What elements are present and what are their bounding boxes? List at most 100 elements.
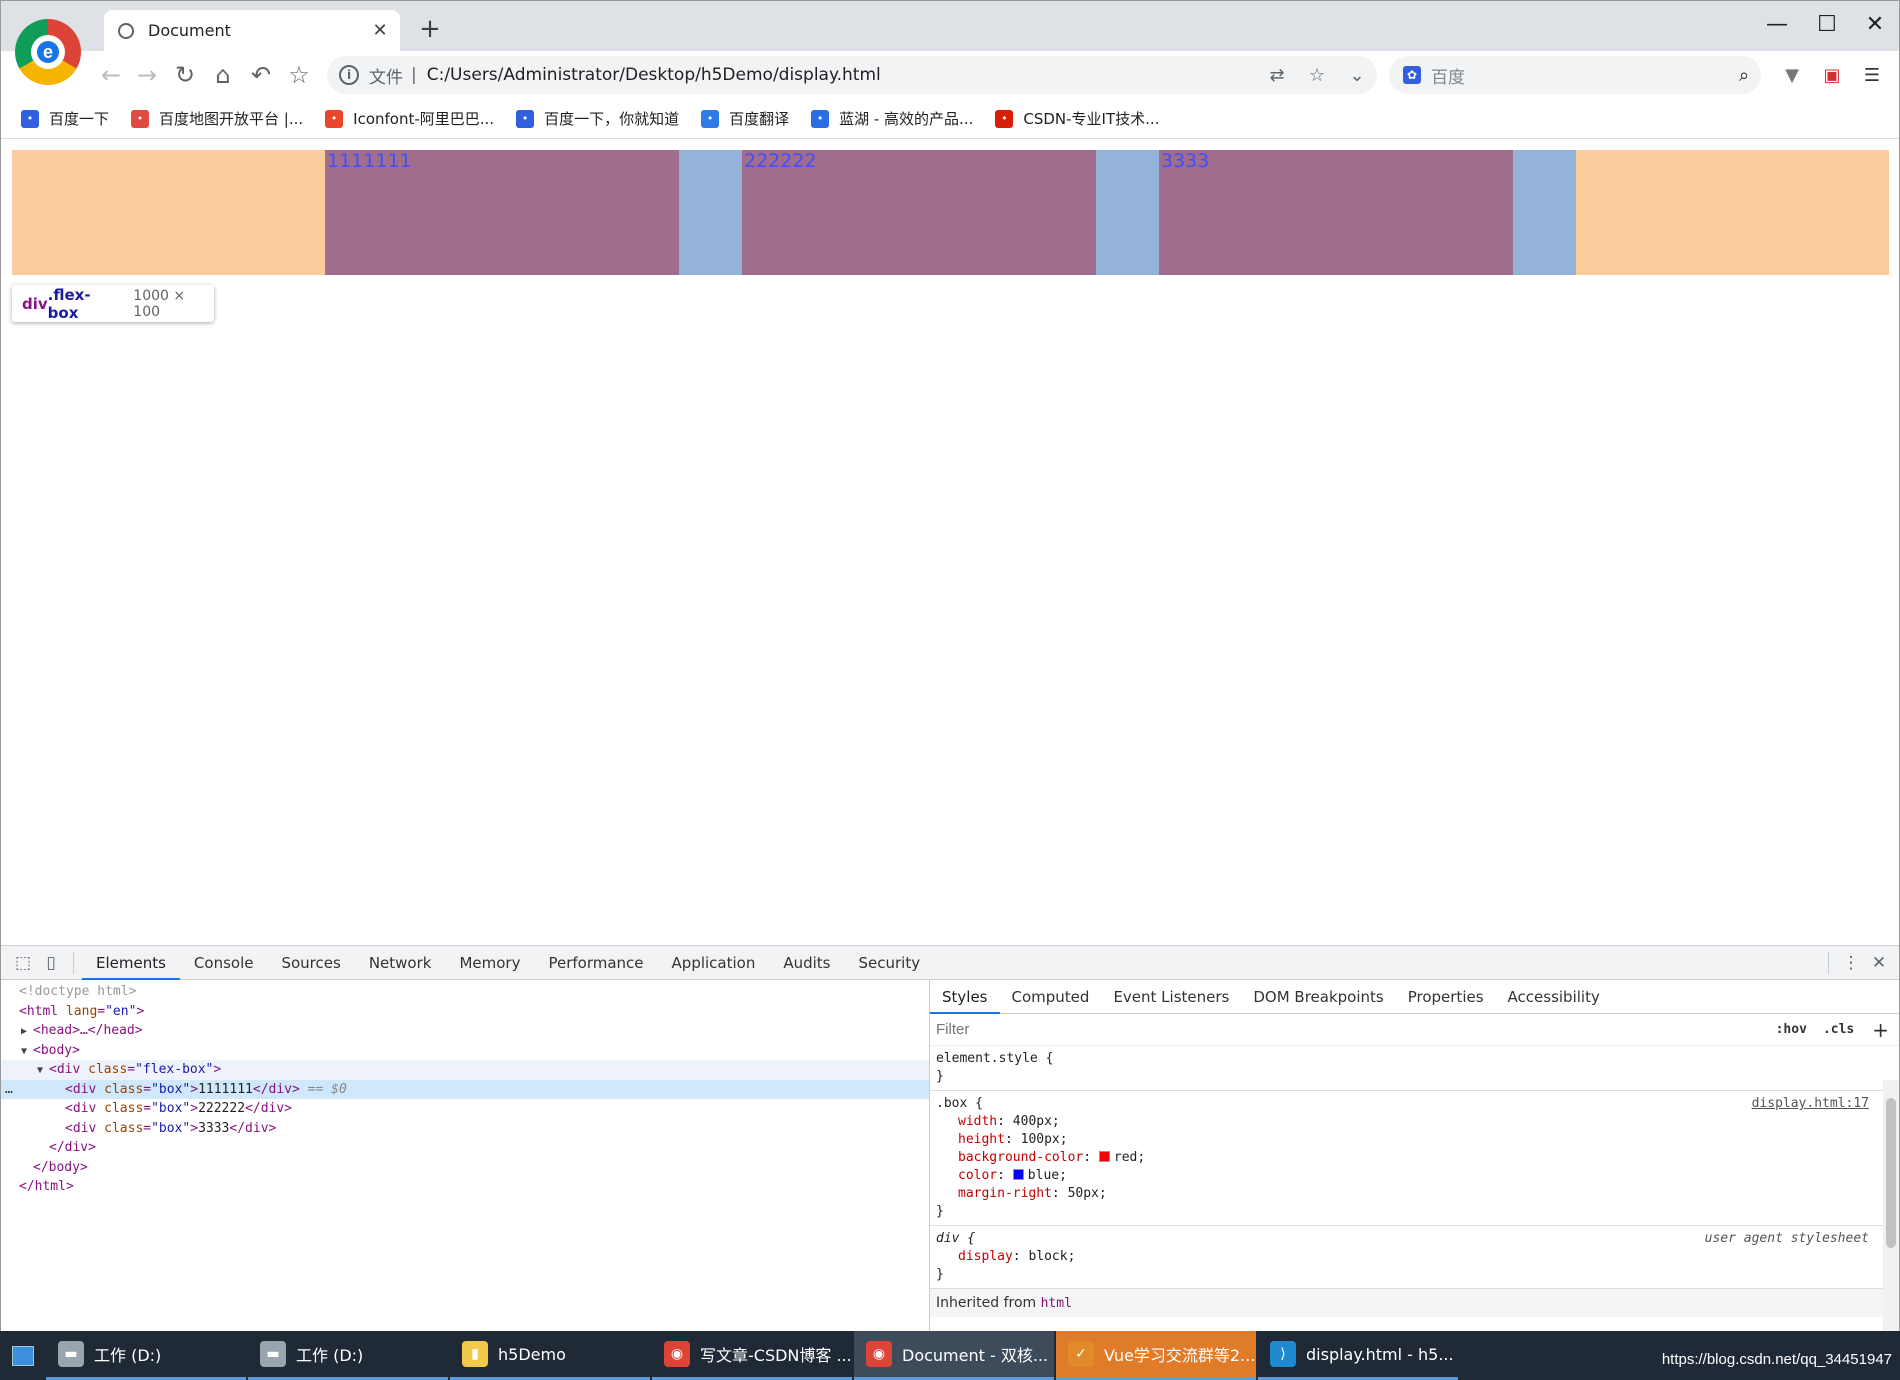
styles-tab-properties[interactable]: Properties [1396,980,1496,1014]
inherited-tag[interactable]: html [1041,1296,1072,1311]
css-property-name[interactable]: display [958,1249,1013,1264]
reload-icon[interactable]: ↻ [169,59,201,91]
css-declaration[interactable]: background-color: red; [936,1149,1893,1167]
cls-button[interactable]: .cls [1815,1022,1862,1037]
div-rule[interactable]: div { user agent stylesheet display: blo… [930,1226,1899,1289]
styles-tab-accessibility[interactable]: Accessibility [1496,980,1612,1014]
styles-tab-computed[interactable]: Computed [1000,980,1102,1014]
flex-box-item[interactable]: 1111111 [325,150,742,275]
css-property-name[interactable]: color [958,1168,997,1183]
pdf-icon[interactable]: ▣ [1819,63,1845,89]
menu-icon[interactable]: ☰ [1859,63,1885,89]
flex-box-item[interactable]: 3333 [1159,150,1576,275]
hov-button[interactable]: :hov [1768,1022,1815,1037]
bookmark-item[interactable]: • 蓝湖 - 高效的产品... [811,108,973,129]
styles-tab-styles[interactable]: Styles [930,980,1000,1014]
taskbar-item[interactable]: ✓ Vue学习交流群等2... [1056,1331,1256,1380]
bookmark-item[interactable]: • Iconfont-阿里巴巴... [325,108,494,129]
bookmark-item[interactable]: • 百度翻译 [701,108,789,129]
css-property-name[interactable]: margin-right [958,1186,1052,1201]
url-text[interactable]: C:/Users/Administrator/Desktop/h5Demo/di… [427,65,1257,85]
styles-tab-event-listeners[interactable]: Event Listeners [1101,980,1241,1014]
dom-doctype[interactable]: <!doctype html> [1,982,929,1002]
close-devtools-icon[interactable]: ✕ [1865,946,1893,980]
translate-icon[interactable]: ⇄ [1257,65,1297,86]
minimize-icon[interactable]: — [1757,7,1797,43]
devtools-tab-audits[interactable]: Audits [769,946,844,980]
box-rule[interactable]: .box { display.html:17 width: 400px; heig… [930,1091,1899,1226]
devtools-tab-memory[interactable]: Memory [445,946,534,980]
css-property-value[interactable]: 100px; [1021,1132,1068,1147]
devtools-tab-console[interactable]: Console [180,946,268,980]
bookmark-item[interactable]: • 百度地图开放平台 |... [131,108,303,129]
maximize-icon[interactable]: ☐ [1807,7,1847,43]
extension-v-icon[interactable]: ▼ [1779,63,1805,89]
taskbar-item[interactable]: ▮ h5Demo [450,1331,650,1380]
search-box[interactable]: ✿ 百度 ⌕ [1389,56,1761,94]
css-property-name[interactable]: background-color [958,1150,1083,1165]
home-icon[interactable]: ⌂ [207,59,239,91]
styles-tab-dom-breakpoints[interactable]: DOM Breakpoints [1241,980,1395,1014]
css-declaration[interactable]: display: block; [936,1248,1893,1266]
css-property-name[interactable]: height [958,1132,1005,1147]
address-bar[interactable]: i 文件 | C:/Users/Administrator/Desktop/h5… [327,56,1377,94]
search-input[interactable]: 百度 [1431,63,1727,88]
new-rule-button[interactable]: + [1862,1018,1899,1042]
dom-body-close[interactable]: </body> [1,1158,929,1178]
devtools-tab-sources[interactable]: Sources [267,946,354,980]
css-property-value[interactable]: block; [1028,1249,1075,1264]
devtools-tab-network[interactable]: Network [355,946,446,980]
search-icon[interactable]: ⌕ [1727,65,1761,86]
tab-document[interactable]: Document ✕ [104,10,400,51]
dom-div-close[interactable]: </div> [1,1138,929,1158]
css-property-value[interactable]: blue; [1028,1168,1067,1183]
color-swatch-icon[interactable] [1012,1169,1024,1180]
start-icon[interactable] [0,1331,46,1380]
devtools-tab-performance[interactable]: Performance [534,946,657,980]
bookmark-star-icon[interactable]: ☆ [283,59,315,91]
flex-box-highlight[interactable]: 1111111 222222 3333 [12,150,1889,275]
box-rule-source-link[interactable]: display.html:17 [1752,1095,1869,1113]
css-declaration[interactable]: margin-right: 50px; [936,1185,1893,1203]
css-property-value[interactable]: 50px; [1068,1186,1107,1201]
dom-box-2[interactable]: <div class="box">222222</div> [1,1099,929,1119]
undo-icon[interactable]: ↶ [245,59,277,91]
new-tab-button[interactable]: + [415,14,445,44]
css-property-value[interactable]: red; [1114,1150,1145,1165]
inspect-element-icon[interactable]: ⬚ [9,946,37,980]
dom-body-open[interactable]: ▼ <body> [1,1041,929,1061]
dom-html-open[interactable]: <html lang="en"> [1,1002,929,1022]
taskbar-item[interactable]: ◉ Document - 双核... [854,1331,1054,1380]
dom-box-3[interactable]: <div class="box">3333</div> [1,1119,929,1139]
dom-html-close[interactable]: </html> [1,1177,929,1197]
dom-box-1-selected[interactable]: … <div class="box">1111111</div> == $0 [1,1079,929,1099]
dom-flexbox-div[interactable]: ▼ <div class="flex-box"> [1,1060,929,1080]
bookmark-item[interactable]: • CSDN-专业IT技术... [995,108,1159,129]
star-icon[interactable]: ☆ [1297,65,1337,86]
element-style-rule[interactable]: element.style { } [930,1046,1899,1091]
taskbar-item[interactable]: ⟩ display.html - h5... [1258,1331,1458,1380]
taskbar-item[interactable]: ▬ 工作 (D:) [248,1331,448,1380]
info-icon[interactable]: i [339,65,359,85]
device-toolbar-icon[interactable]: ▯ [37,946,65,980]
css-property-value[interactable]: 400px; [1013,1114,1060,1129]
bookmark-item[interactable]: • 百度一下，你就知道 [516,108,679,129]
styles-filter-input[interactable] [936,1016,1768,1043]
css-declaration[interactable]: width: 400px; [936,1113,1893,1131]
devtools-tab-security[interactable]: Security [845,946,935,980]
styles-scrollbar[interactable] [1883,1080,1899,1333]
css-declaration[interactable]: color: blue; [936,1167,1893,1185]
chevron-down-icon[interactable]: ⌄ [1337,65,1377,86]
css-declaration[interactable]: height: 100px; [936,1131,1893,1149]
more-options-icon[interactable]: ⋮ [1837,946,1865,980]
bookmark-item[interactable]: • 百度一下 [21,108,109,129]
back-icon[interactable]: ← [95,59,127,91]
devtools-tab-application[interactable]: Application [658,946,770,980]
css-property-name[interactable]: width [958,1114,997,1129]
dom-head-collapsed[interactable]: ▶ <head>…</head> [1,1021,929,1041]
forward-icon[interactable]: → [131,59,163,91]
devtools-tab-elements[interactable]: Elements [82,946,180,980]
flex-box-item[interactable]: 222222 [742,150,1159,275]
color-swatch-icon[interactable] [1098,1151,1110,1162]
taskbar-item[interactable]: ▬ 工作 (D:) [46,1331,246,1380]
